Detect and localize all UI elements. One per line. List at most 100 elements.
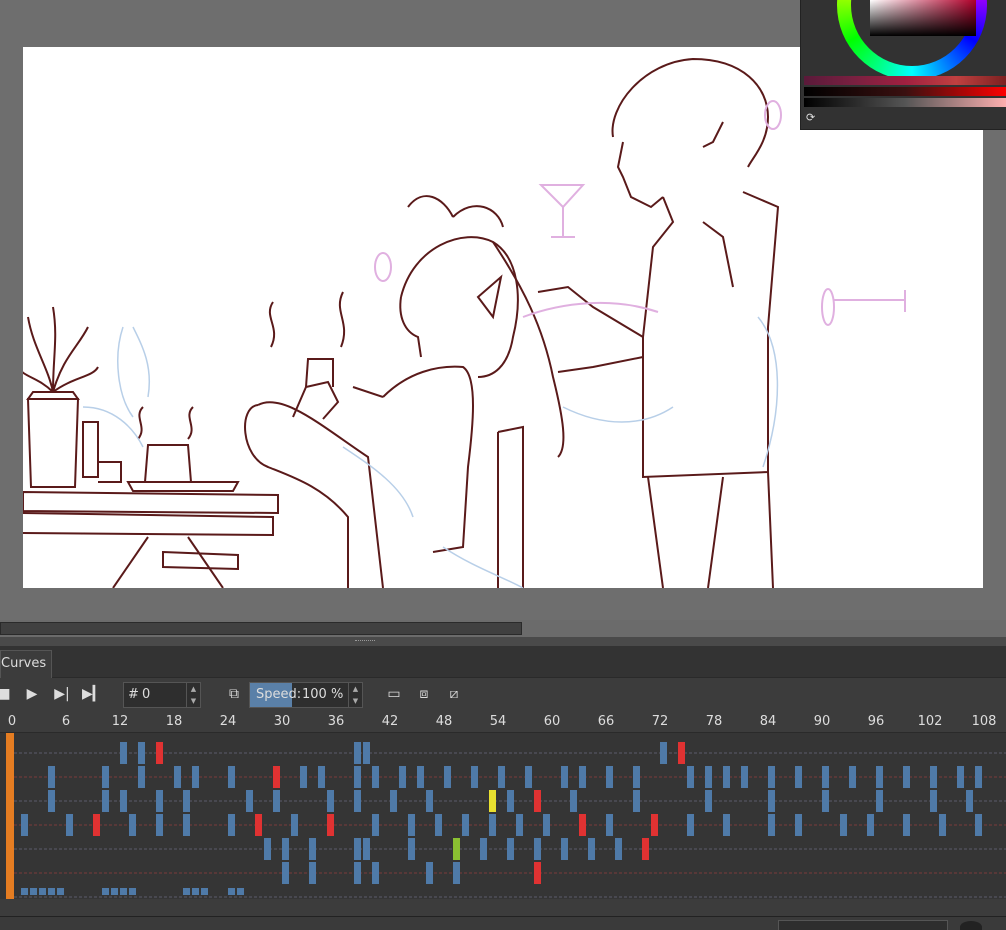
keyframe[interactable]: [48, 790, 55, 812]
keyframe[interactable]: [318, 766, 325, 788]
keyframe[interactable]: [435, 814, 442, 836]
keyframe[interactable]: [201, 888, 208, 895]
keyframe[interactable]: [768, 766, 775, 788]
color-slider-3[interactable]: [804, 98, 1006, 107]
keyframe[interactable]: [93, 814, 100, 836]
keyframe[interactable]: [579, 766, 586, 788]
frame-ruler[interactable]: 0 6 12 18 24 30 36 42 48 54 60 66 72 78 84 90 96 102 108: [0, 711, 1006, 733]
keyframe[interactable]: [444, 766, 451, 788]
keyframe[interactable]: [642, 838, 649, 860]
keyframe[interactable]: [543, 814, 550, 836]
keyframe[interactable]: [102, 790, 109, 812]
keyframe[interactable]: [21, 888, 28, 895]
keyframe[interactable]: [291, 814, 298, 836]
keyframe[interactable]: [120, 888, 127, 895]
speed-spin-arrows[interactable]: ▲ ▼: [348, 683, 362, 707]
keyframe[interactable]: [462, 814, 469, 836]
keyframe[interactable]: [741, 766, 748, 788]
keyframe[interactable]: [840, 814, 847, 836]
keyframe[interactable]: [768, 814, 775, 836]
reset-icon[interactable]: ⟳: [806, 112, 818, 124]
keyframe[interactable]: [678, 742, 685, 764]
keyframe[interactable]: [48, 766, 55, 788]
keyframe[interactable]: [930, 790, 937, 812]
keyframe[interactable]: [417, 766, 424, 788]
keyframe[interactable]: [48, 888, 55, 895]
keyframe[interactable]: [408, 814, 415, 836]
keyframe[interactable]: [138, 766, 145, 788]
keyframe[interactable]: [930, 766, 937, 788]
timeline-tracks[interactable]: [0, 733, 1006, 899]
color-slider-1[interactable]: [804, 76, 1006, 85]
keyframe[interactable]: [570, 790, 577, 812]
keyframe[interactable]: [534, 838, 541, 860]
keyframe[interactable]: [453, 862, 460, 884]
keyframe[interactable]: [399, 766, 406, 788]
keyframe[interactable]: [849, 766, 856, 788]
keyframe[interactable]: [390, 790, 397, 812]
keyframe[interactable]: [480, 838, 487, 860]
keyframe[interactable]: [795, 766, 802, 788]
keyframe[interactable]: [588, 838, 595, 860]
keyframe[interactable]: [723, 766, 730, 788]
keyframe[interactable]: [264, 838, 271, 860]
docker-splitter[interactable]: [0, 637, 1006, 646]
keyframe[interactable]: [354, 790, 361, 812]
keyframe[interactable]: [327, 790, 334, 812]
keyframe[interactable]: [903, 814, 910, 836]
keyframe[interactable]: [102, 766, 109, 788]
keyframe[interactable]: [273, 766, 280, 788]
last-frame-icon[interactable]: ▶▎: [82, 684, 104, 704]
keyframe[interactable]: [120, 790, 127, 812]
keyframe[interactable]: [975, 814, 982, 836]
keyframe[interactable]: [687, 814, 694, 836]
keyframe[interactable]: [471, 766, 478, 788]
keyframe[interactable]: [633, 790, 640, 812]
canvas-horizontal-scrollbar[interactable]: [0, 622, 522, 635]
keyframe[interactable]: [30, 888, 37, 895]
keyframe[interactable]: [507, 838, 514, 860]
keyframe[interactable]: [174, 766, 181, 788]
keyframe[interactable]: [498, 766, 505, 788]
keyframe[interactable]: [426, 790, 433, 812]
keyframe[interactable]: [507, 790, 514, 812]
keyframe[interactable]: [66, 814, 73, 836]
keyframe[interactable]: [525, 766, 532, 788]
advanced-color-selector[interactable]: ⟳: [800, 0, 1006, 130]
keyframe[interactable]: [354, 838, 361, 860]
saturation-value-square[interactable]: [870, 0, 976, 36]
keyframe[interactable]: [246, 790, 253, 812]
keyframe[interactable]: [102, 888, 109, 895]
keyframe[interactable]: [282, 862, 289, 884]
keyframe[interactable]: [327, 814, 334, 836]
keyframe[interactable]: [111, 888, 118, 895]
stop-icon[interactable]: ■: [0, 684, 14, 704]
keyframe[interactable]: [957, 766, 964, 788]
keyframe[interactable]: [282, 838, 289, 860]
keyframe[interactable]: [903, 766, 910, 788]
keyframe[interactable]: [633, 766, 640, 788]
keyframe[interactable]: [453, 838, 460, 860]
keyframe[interactable]: [822, 790, 829, 812]
keyframe[interactable]: [228, 814, 235, 836]
next-frame-icon[interactable]: ▶|: [52, 684, 72, 704]
drop-frames-icon[interactable]: ⧉: [224, 684, 244, 704]
keyframe[interactable]: [21, 814, 28, 836]
keyframe[interactable]: [183, 888, 190, 895]
keyframe[interactable]: [489, 790, 496, 812]
keyframe[interactable]: [426, 862, 433, 884]
keyframe[interactable]: [795, 814, 802, 836]
keyframe[interactable]: [561, 838, 568, 860]
keyframe[interactable]: [966, 790, 973, 812]
frame-spin-arrows[interactable]: ▲ ▼: [186, 683, 200, 707]
keyframe[interactable]: [300, 766, 307, 788]
keyframe[interactable]: [705, 766, 712, 788]
keyframe[interactable]: [156, 742, 163, 764]
keyframe[interactable]: [606, 766, 613, 788]
keyframe[interactable]: [192, 888, 199, 895]
keyframe[interactable]: [354, 742, 361, 764]
keyframe[interactable]: [768, 790, 775, 812]
keyframe[interactable]: [822, 766, 829, 788]
keyframe[interactable]: [534, 790, 541, 812]
playback-speed-slider[interactable]: Speed: 100 % ▲ ▼: [249, 682, 363, 708]
